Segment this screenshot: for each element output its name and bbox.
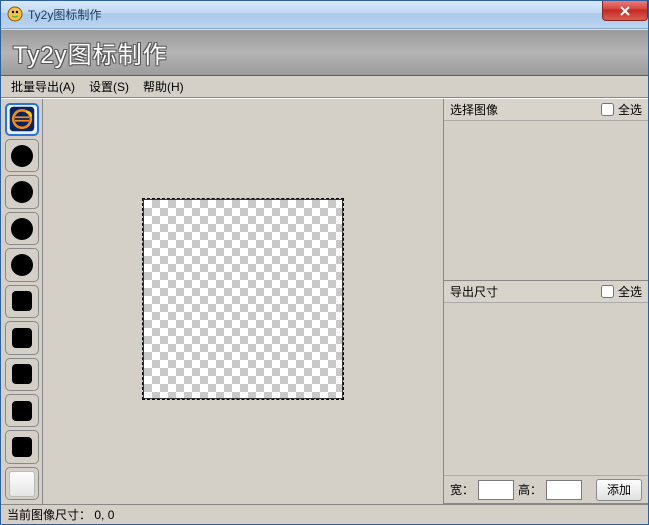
app-window: Ty2y图标制作 Ty2y图标制作 批量导出(A) 设置(S) 帮助(H) 选择… (0, 0, 649, 525)
status-label: 当前图像尺寸： (7, 506, 91, 523)
thumb-1[interactable] (5, 139, 39, 172)
height-input[interactable] (546, 480, 582, 500)
main-area: 选择图像 全选 导出尺寸 全选 宽 (1, 98, 648, 505)
circle-icon (11, 254, 33, 276)
add-size-button[interactable]: 添加 (596, 479, 642, 501)
circle-icon (11, 181, 33, 203)
select-image-all-checkbox[interactable] (601, 103, 614, 116)
select-image-all[interactable]: 全选 (601, 101, 642, 118)
empty-thumb (9, 471, 35, 497)
thumb-0[interactable] (5, 103, 39, 136)
export-size-header: 导出尺寸 全选 (444, 281, 648, 303)
rounded-square-icon (12, 364, 32, 384)
thumbnail-strip (1, 99, 43, 505)
width-input[interactable] (478, 480, 514, 500)
editor-canvas[interactable] (143, 199, 343, 399)
thumb-10[interactable] (5, 467, 39, 500)
export-size-list[interactable] (444, 303, 648, 476)
status-bar: 当前图像尺寸： 0, 0 (1, 504, 648, 524)
right-pane: 选择图像 全选 导出尺寸 全选 宽 (444, 99, 648, 505)
circle-icon (11, 145, 33, 167)
menu-batch-export[interactable]: 批量导出(A) (11, 78, 75, 95)
width-label: 宽： (450, 481, 474, 498)
select-image-title: 选择图像 (450, 101, 498, 118)
status-value: 0, 0 (94, 508, 114, 522)
app-header: Ty2y图标制作 (1, 29, 648, 76)
thumb-9[interactable] (5, 430, 39, 463)
rounded-square-icon (12, 291, 32, 311)
export-size-all-label: 全选 (618, 283, 642, 300)
export-size-controls: 宽： 高： 添加 (444, 475, 648, 503)
menu-help[interactable]: 帮助(H) (143, 78, 184, 95)
thumb-2[interactable] (5, 175, 39, 208)
thumb-4[interactable] (5, 248, 39, 281)
select-image-all-label: 全选 (618, 101, 642, 118)
rounded-square-icon (12, 328, 32, 348)
title-bar[interactable]: Ty2y图标制作 (1, 1, 648, 29)
rounded-square-icon (12, 401, 32, 421)
export-size-panel: 导出尺寸 全选 宽： 高： 添加 (444, 281, 648, 505)
thumb-3[interactable] (5, 212, 39, 245)
select-image-list[interactable] (444, 121, 648, 280)
rounded-square-icon (12, 437, 32, 457)
thumb-8[interactable] (5, 394, 39, 427)
menu-settings[interactable]: 设置(S) (89, 78, 129, 95)
circle-icon (11, 218, 33, 240)
app-icon (7, 6, 23, 22)
select-image-header: 选择图像 全选 (444, 99, 648, 121)
thumb-6[interactable] (5, 321, 39, 354)
window-title: Ty2y图标制作 (28, 6, 101, 23)
export-size-all-checkbox[interactable] (601, 285, 614, 298)
menu-bar: 批量导出(A) 设置(S) 帮助(H) (1, 76, 648, 98)
height-label: 高： (518, 481, 542, 498)
export-size-all[interactable]: 全选 (601, 283, 642, 300)
thumb-5[interactable] (5, 285, 39, 318)
app-title: Ty2y图标制作 (13, 35, 168, 70)
export-size-title: 导出尺寸 (450, 283, 498, 300)
thumb-7[interactable] (5, 358, 39, 391)
close-button[interactable] (602, 1, 648, 21)
canvas-area[interactable] (43, 99, 444, 505)
select-image-panel: 选择图像 全选 (444, 99, 648, 281)
